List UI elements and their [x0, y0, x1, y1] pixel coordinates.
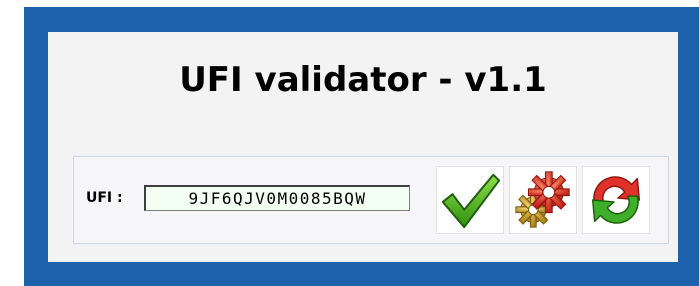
gears-icon [510, 167, 576, 233]
page-title: UFI validator - v1.1 [179, 60, 547, 100]
window-frame: UFI validator - v1.1 UFI : [24, 7, 699, 286]
validate-button[interactable] [436, 166, 504, 234]
refresh-icon [583, 167, 649, 233]
reset-button[interactable] [582, 166, 650, 234]
generate-button[interactable] [509, 166, 577, 234]
main-panel: UFI validator - v1.1 UFI : [48, 32, 678, 262]
ufi-label: UFI : [86, 190, 123, 206]
ufi-input[interactable] [144, 185, 410, 211]
check-icon [437, 167, 503, 233]
ufi-form: UFI : [73, 156, 669, 244]
